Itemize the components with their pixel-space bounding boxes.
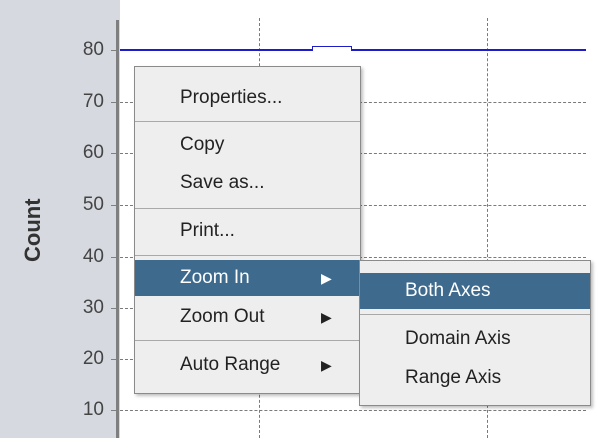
y-tick bbox=[111, 257, 117, 258]
y-tick bbox=[111, 308, 117, 309]
menu-item-label: Auto Range bbox=[180, 354, 281, 375]
menu-item-properties[interactable]: Properties... bbox=[135, 80, 360, 116]
menu-item-both-axes[interactable]: Both Axes bbox=[360, 273, 590, 309]
zoom-in-submenu: Both Axes Domain Axis Range Axis bbox=[359, 260, 591, 406]
menu-item-label: Print... bbox=[180, 220, 235, 241]
menu-item-label: Copy bbox=[180, 134, 225, 155]
y-tick bbox=[111, 359, 117, 360]
context-menu: Properties... Copy Save as... Print... Z… bbox=[134, 66, 361, 394]
gridline bbox=[120, 410, 586, 411]
y-tick-label: 20 bbox=[82, 348, 104, 369]
menu-item-label: Range Axis bbox=[405, 367, 502, 388]
y-axis-line bbox=[116, 20, 119, 438]
menu-item-label: Properties... bbox=[180, 87, 283, 108]
menu-item-auto-range[interactable]: Auto Range ▶ bbox=[135, 347, 360, 383]
menu-item-print[interactable]: Print... bbox=[135, 213, 360, 249]
menu-separator bbox=[135, 208, 360, 209]
y-tick-label: 40 bbox=[82, 246, 104, 267]
series-line bbox=[120, 49, 586, 51]
y-tick bbox=[111, 410, 117, 411]
y-tick-label: 30 bbox=[82, 297, 104, 318]
bar-top bbox=[312, 46, 352, 51]
y-tick-label: 80 bbox=[82, 39, 104, 60]
menu-item-label: Domain Axis bbox=[405, 328, 511, 349]
y-tick bbox=[111, 153, 117, 154]
menu-item-domain-axis[interactable]: Domain Axis bbox=[360, 321, 590, 357]
menu-separator bbox=[360, 314, 590, 315]
menu-item-range-axis[interactable]: Range Axis bbox=[360, 360, 590, 396]
y-tick-label: 10 bbox=[82, 399, 104, 420]
submenu-arrow-icon: ▶ bbox=[321, 309, 332, 325]
menu-separator bbox=[135, 340, 360, 341]
menu-separator bbox=[135, 121, 360, 122]
submenu-arrow-icon: ▶ bbox=[321, 270, 332, 286]
y-axis-title: Count bbox=[20, 198, 45, 262]
menu-item-zoom-out[interactable]: Zoom Out ▶ bbox=[135, 299, 360, 335]
menu-item-label: Save as... bbox=[180, 172, 265, 193]
menu-item-zoom-in[interactable]: Zoom In ▶ bbox=[135, 260, 360, 296]
menu-item-label: Zoom In bbox=[180, 267, 250, 288]
y-tick bbox=[111, 50, 117, 51]
menu-item-save-as[interactable]: Save as... bbox=[135, 165, 360, 201]
y-tick-label: 60 bbox=[82, 142, 104, 163]
y-tick bbox=[111, 102, 117, 103]
y-tick bbox=[111, 205, 117, 206]
y-tick-label: 70 bbox=[82, 91, 104, 112]
menu-item-label: Zoom Out bbox=[180, 306, 265, 327]
submenu-arrow-icon: ▶ bbox=[321, 357, 332, 373]
menu-item-label: Both Axes bbox=[405, 280, 491, 301]
menu-separator bbox=[135, 255, 360, 256]
menu-item-copy[interactable]: Copy bbox=[135, 127, 360, 163]
y-tick-label: 50 bbox=[82, 194, 104, 215]
